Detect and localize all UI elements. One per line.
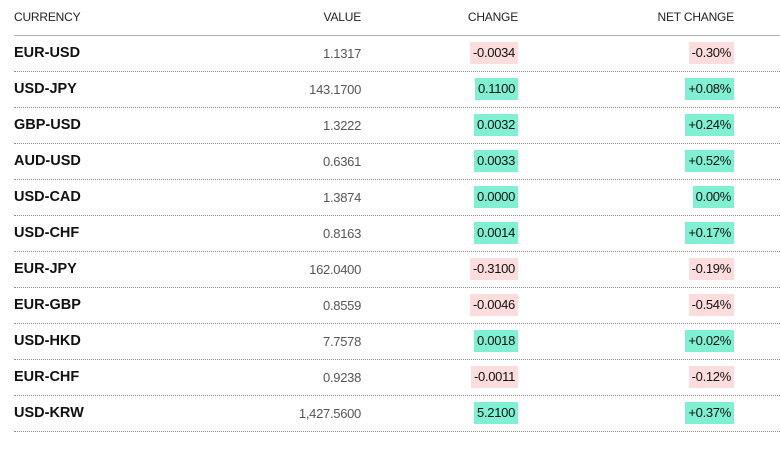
table-row[interactable]: AUD-USD 0.6361 0.0033 +0.52% <box>14 144 780 180</box>
column-header-currency[interactable]: CURRENCY <box>14 10 81 24</box>
change-badge: -0.0046 <box>470 294 518 316</box>
table-row[interactable]: EUR-CHF 0.9238 -0.0011 -0.12% <box>14 360 780 396</box>
table-row[interactable]: EUR-GBP 0.8559 -0.0046 -0.54% <box>14 288 780 324</box>
net-change-badge: +0.08% <box>685 78 734 100</box>
rate-value: 1,427.5600 <box>298 406 361 421</box>
net-change-badge: +0.17% <box>685 222 734 244</box>
net-change-badge: +0.37% <box>685 402 734 424</box>
change-badge: 0.0014 <box>474 222 518 244</box>
change-badge: -0.3100 <box>470 258 518 280</box>
table-row[interactable]: USD-CHF 0.8163 0.0014 +0.17% <box>14 216 780 252</box>
net-change-badge: 0.00% <box>692 186 734 208</box>
table-row[interactable]: USD-HKD 7.7578 0.0018 +0.02% <box>14 324 780 360</box>
change-badge: -0.0011 <box>470 366 518 388</box>
column-header-value[interactable]: VALUE <box>324 10 362 24</box>
change-badge: 0.0000 <box>474 186 518 208</box>
change-badge: 0.0033 <box>474 150 518 172</box>
change-cell: 5.2100 <box>474 402 518 437</box>
column-header-change[interactable]: CHANGE <box>468 10 518 24</box>
change-badge: 5.2100 <box>474 402 518 424</box>
table-row[interactable]: GBP-USD 1.3222 0.0032 +0.24% <box>14 108 780 144</box>
table-row[interactable]: USD-CAD 1.3874 0.0000 0.00% <box>14 180 780 216</box>
net-change-badge: +0.24% <box>685 114 734 136</box>
currency-pair-link[interactable]: USD-KRW <box>14 404 84 439</box>
net-change-badge: +0.52% <box>685 150 734 172</box>
currency-table: CURRENCY VALUE CHANGE NET CHANGE EUR-USD… <box>14 0 780 432</box>
table-row[interactable]: EUR-USD 1.1317 -0.0034 -0.30% <box>14 36 780 72</box>
table-header: CURRENCY VALUE CHANGE NET CHANGE <box>14 0 780 36</box>
table-row[interactable]: USD-KRW 1,427.5600 5.2100 +0.37% <box>14 396 780 432</box>
change-badge: -0.0034 <box>470 42 518 64</box>
table-row[interactable]: USD-JPY 143.1700 0.1100 +0.08% <box>14 72 780 108</box>
change-badge: 0.1100 <box>475 78 518 100</box>
net-change-badge: -0.54% <box>688 294 734 316</box>
net-change-cell: +0.37% <box>685 402 734 437</box>
net-change-badge: -0.12% <box>688 366 734 388</box>
table-body: EUR-USD 1.1317 -0.0034 -0.30% USD-JPY 143.170… <box>14 36 780 432</box>
net-change-badge: -0.30% <box>688 42 734 64</box>
column-header-net-change[interactable]: NET CHANGE <box>658 10 735 24</box>
net-change-badge: +0.02% <box>685 330 734 352</box>
table-row[interactable]: EUR-JPY 162.0400 -0.3100 -0.19% <box>14 252 780 288</box>
change-badge: 0.0018 <box>474 330 518 352</box>
net-change-badge: -0.19% <box>688 258 734 280</box>
change-badge: 0.0032 <box>474 114 518 136</box>
